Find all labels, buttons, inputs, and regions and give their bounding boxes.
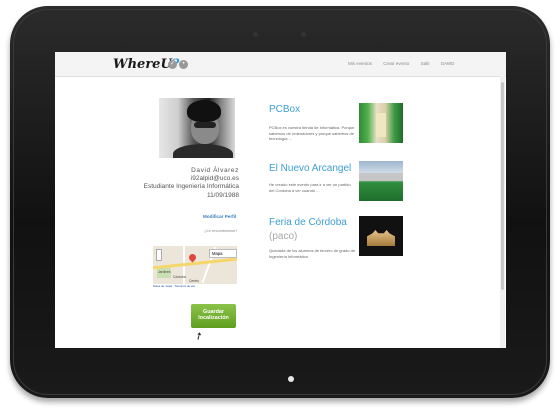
event-subtitle: (paco) — [269, 231, 298, 242]
event-title[interactable]: Feria de Córdoba — [269, 217, 347, 228]
top-nav: WhereU? ✓ • Mis eventos Crear evento Sal… — [55, 52, 506, 77]
settings-icon[interactable]: • — [179, 60, 188, 69]
nav-item-logout[interactable]: Salir — [421, 61, 430, 66]
scrollbar-thumb[interactable] — [501, 82, 504, 290]
event-description: He creado este evento para ir a ver un p… — [269, 182, 351, 193]
event-title[interactable]: El Nuevo Arcangel — [269, 163, 351, 174]
location-map[interactable]: Mapa Jardines Córdoba Centro — [153, 246, 237, 284]
event-thumbnail[interactable] — [359, 103, 403, 143]
event-title[interactable]: PCBox — [269, 104, 300, 115]
nav-item-create-event[interactable]: Crear evento — [383, 61, 409, 66]
map-type-select[interactable]: Mapa — [209, 249, 237, 258]
event-thumbnail[interactable] — [359, 161, 403, 201]
nav-item-my-events[interactable]: Mis eventos — [348, 61, 372, 66]
notification-icon[interactable]: ✓ — [168, 60, 177, 69]
nav-item-dawd[interactable]: DAWD — [441, 61, 455, 66]
nav-links: Mis eventos Crear evento Salir DAWD — [348, 61, 464, 66]
front-camera — [253, 32, 258, 37]
location-prompt: ¿Le encontramos? — [204, 228, 238, 233]
map-footer[interactable]: Datos de mapa · Términos de uso — [153, 284, 195, 288]
profile-photo — [159, 98, 235, 158]
home-indicator[interactable] — [288, 376, 294, 382]
map-label: Córdoba — [173, 275, 186, 279]
event-description: Quedada de los alumnos de tercero de gra… — [269, 248, 356, 259]
front-sensor — [301, 32, 306, 37]
edit-profile-link[interactable]: Modificar Perfil — [203, 214, 236, 219]
app-screen: WhereU? ✓ • Mis eventos Crear evento Sal… — [55, 52, 506, 348]
event-description: PCBox es vuestra tienda de informática. … — [269, 125, 355, 142]
save-location-button[interactable]: Guardar localización — [191, 304, 236, 328]
map-zoom-control[interactable] — [156, 249, 162, 261]
profile-info: David Álvarez i92alpid@uco.es Estudiante… — [99, 167, 239, 200]
profile-name: David Álvarez — [191, 167, 239, 174]
profile-role: Estudiante Ingeniería Informática — [143, 183, 239, 191]
pointer-cursor-icon: ➚ — [192, 329, 206, 344]
profile-birthdate: 11/09/1988 — [206, 191, 239, 199]
event-thumbnail[interactable] — [359, 216, 403, 256]
map-label: Jardines — [158, 270, 171, 274]
profile-email: i92alpid@uco.es — [190, 175, 239, 183]
map-label: Centro — [189, 279, 199, 283]
